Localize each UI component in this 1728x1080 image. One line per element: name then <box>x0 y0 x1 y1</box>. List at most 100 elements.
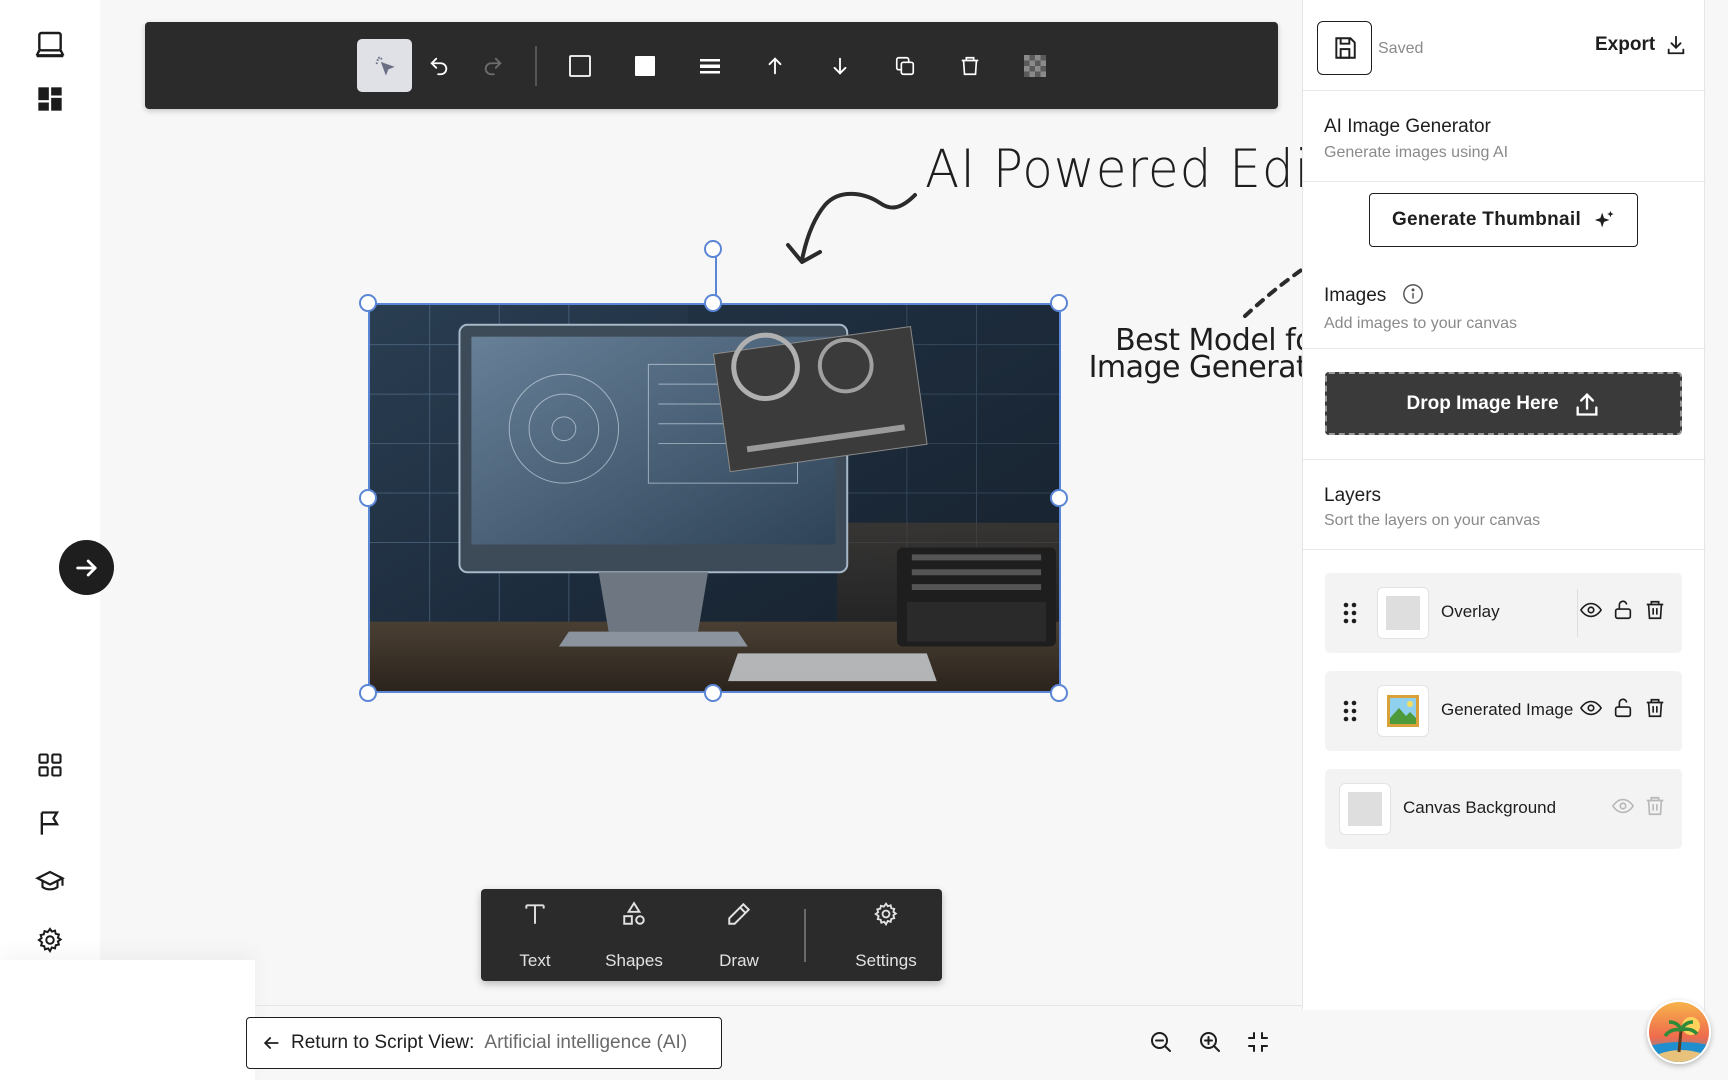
bottom-divider <box>255 1005 1405 1006</box>
image-drop-zone[interactable]: Drop Image Here <box>1325 372 1682 435</box>
undo-button[interactable] <box>411 39 466 92</box>
layer-actions <box>1580 599 1666 621</box>
layer-actions <box>1580 697 1666 719</box>
generated-image-on-canvas[interactable] <box>368 303 1061 693</box>
flag-icon[interactable] <box>30 803 70 843</box>
unlock-icon[interactable] <box>1612 599 1634 621</box>
eye-icon[interactable] <box>1580 697 1602 719</box>
layers-title: Layers <box>1324 485 1382 506</box>
stroke-width-button[interactable] <box>682 39 737 92</box>
trash-icon[interactable] <box>1644 697 1666 719</box>
export-button[interactable]: Export <box>1595 34 1687 56</box>
laptop-icon[interactable] <box>30 25 70 65</box>
layer-name: Generated Image <box>1441 700 1574 719</box>
return-to-script-button[interactable]: Return to Script View: Artificial intell… <box>246 1017 722 1069</box>
panel-divider <box>1303 348 1706 349</box>
drag-handle-icon[interactable] <box>1343 699 1357 723</box>
text-tool-button[interactable]: Text <box>507 901 563 971</box>
resize-handle-middle-right[interactable] <box>1050 489 1068 507</box>
trash-icon[interactable] <box>1644 599 1666 621</box>
resize-handle-bottom-center[interactable] <box>704 684 722 702</box>
pencil-icon <box>728 902 751 925</box>
draw-tool-button[interactable]: Draw <box>711 901 767 971</box>
layer-divider <box>1577 589 1578 637</box>
fit-to-screen-icon[interactable] <box>1246 1030 1272 1056</box>
return-topic: Artificial intelligence (AI) <box>484 1032 688 1053</box>
properties-panel: Saved Export AI Image Generator Generate… <box>1302 0 1706 1010</box>
resize-handle-top-center[interactable] <box>704 294 722 312</box>
dashboard-icon[interactable] <box>30 79 70 119</box>
layer-item-generated-image[interactable]: Generated Image <box>1325 671 1682 751</box>
unlock-icon[interactable] <box>1612 697 1634 719</box>
drag-handle-icon[interactable] <box>1343 601 1357 625</box>
transparency-button[interactable] <box>1007 39 1062 92</box>
gray-swatch <box>1348 792 1382 826</box>
layer-item-canvas-background[interactable]: Canvas Background <box>1325 769 1682 849</box>
text-icon <box>525 904 545 924</box>
layer-thumbnail <box>1377 587 1429 639</box>
grid-icon[interactable] <box>30 745 70 785</box>
ai-generator-subtitle: Generate images using AI <box>1324 144 1509 161</box>
fill-square-icon <box>634 55 655 76</box>
stroke-color-button[interactable] <box>552 39 607 92</box>
redo-button[interactable] <box>465 39 520 92</box>
stroke-square-icon <box>568 54 591 77</box>
save-button[interactable] <box>1317 21 1372 75</box>
generate-thumbnail-label: Generate Thumbnail <box>1391 209 1582 230</box>
fill-color-button[interactable] <box>617 39 672 92</box>
rotate-handle[interactable] <box>704 240 722 258</box>
resize-handle-middle-left[interactable] <box>359 489 377 507</box>
settings-gear-icon[interactable] <box>30 920 70 960</box>
arrow-right-icon <box>75 559 97 576</box>
user-avatar[interactable] <box>1647 1000 1711 1064</box>
resize-handle-bottom-left[interactable] <box>359 684 377 702</box>
bring-forward-button[interactable] <box>747 39 802 92</box>
shapes-tool-label: Shapes <box>605 951 663 970</box>
shapes-tool-button[interactable]: Shapes <box>599 901 669 971</box>
zoom-out-icon[interactable] <box>1149 1030 1175 1056</box>
zoom-in-icon[interactable] <box>1198 1030 1224 1056</box>
delete-button[interactable] <box>942 39 997 92</box>
sparkles-icon <box>1594 210 1614 228</box>
info-icon[interactable] <box>1402 283 1424 305</box>
resize-handle-top-right[interactable] <box>1050 294 1068 312</box>
layers-subtitle: Sort the layers on your canvas <box>1324 512 1541 529</box>
settings-tool-button[interactable]: Settings <box>849 901 923 971</box>
bring-forward-icon <box>768 56 781 74</box>
redo-icon <box>484 57 502 75</box>
drop-zone-label: Drop Image Here <box>1406 392 1559 414</box>
upload-icon <box>1576 392 1598 416</box>
generated-image-picture <box>370 305 1059 691</box>
curved-arrow-icon <box>786 191 917 264</box>
layer-thumbnail <box>1377 685 1429 737</box>
select-tool-button[interactable] <box>357 39 412 92</box>
delete-icon <box>961 56 978 75</box>
send-backward-button[interactable] <box>812 39 867 92</box>
return-label: Return to Script View: <box>291 1032 475 1053</box>
layer-item-overlay[interactable]: Overlay <box>1325 573 1682 653</box>
next-arrow-button[interactable] <box>59 540 114 595</box>
toolbar-divider <box>535 46 537 86</box>
duplicate-icon <box>895 56 914 75</box>
trash-icon[interactable] <box>1644 795 1666 817</box>
generate-thumbnail-button[interactable]: Generate Thumbnail <box>1369 193 1638 247</box>
avatar-picture <box>1649 1002 1709 1062</box>
picture-icon <box>1387 695 1419 727</box>
export-label: Export <box>1595 34 1656 55</box>
editor-toolbar <box>145 22 1278 109</box>
eye-icon[interactable] <box>1612 795 1634 817</box>
resize-handle-bottom-right[interactable] <box>1050 684 1068 702</box>
resize-handle-top-left[interactable] <box>359 294 377 312</box>
layer-name: Overlay <box>1441 602 1500 621</box>
gray-swatch <box>1386 596 1420 630</box>
gear-icon <box>874 902 898 927</box>
graduation-cap-icon[interactable] <box>30 862 70 902</box>
shapes-icon <box>623 901 645 925</box>
images-title: Images <box>1324 285 1387 306</box>
duplicate-button[interactable] <box>877 39 932 92</box>
settings-tool-label: Settings <box>855 951 917 970</box>
eye-icon[interactable] <box>1580 599 1602 621</box>
transparency-icon <box>1023 54 1046 77</box>
text-tool-label: Text <box>519 951 551 970</box>
arrow-left-icon <box>264 1037 279 1049</box>
